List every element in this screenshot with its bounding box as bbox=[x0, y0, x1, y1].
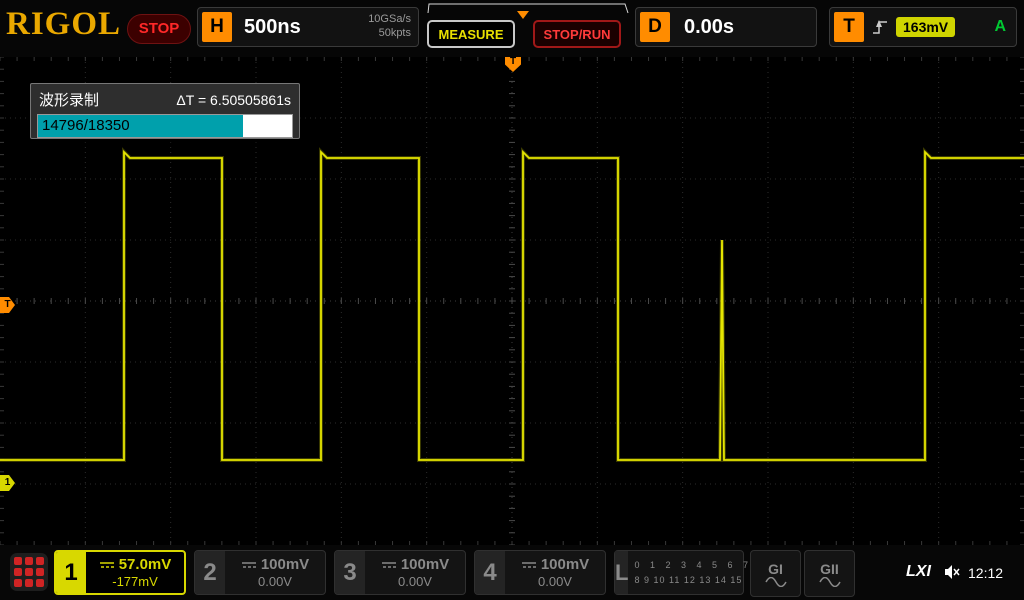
memory-depth: 50kpts bbox=[368, 27, 411, 41]
record-progress-bar: 14796/18350 bbox=[37, 114, 293, 138]
h-label: H bbox=[202, 12, 232, 42]
trigger-sweep-mode: A bbox=[994, 18, 1006, 36]
channel1-scale: 57.0mV bbox=[119, 556, 172, 573]
record-delta-time: ΔT = 6.50505861s bbox=[176, 92, 291, 108]
stop-run-button[interactable]: STOP/RUN bbox=[533, 20, 621, 48]
trigger-settings-box[interactable]: T 163mV A bbox=[829, 7, 1017, 47]
channel3-number: 3 bbox=[335, 551, 365, 594]
channel3-box[interactable]: 3 100mV 0.00V bbox=[334, 550, 466, 595]
generator2-box[interactable]: GII bbox=[804, 550, 855, 597]
channel3-scale: 100mV bbox=[401, 556, 449, 573]
coupling-icon bbox=[241, 560, 257, 570]
coupling-icon bbox=[381, 560, 397, 570]
bottom-bar: 1 57.0mV -177mV 2 bbox=[0, 545, 1024, 600]
delay-settings-box[interactable]: D 0.00s bbox=[635, 7, 817, 47]
channel4-box[interactable]: 4 100mV 0.00V bbox=[474, 550, 606, 595]
measure-button[interactable]: MEASURE bbox=[427, 20, 515, 48]
channel2-number: 2 bbox=[195, 551, 225, 594]
clock: 12:12 bbox=[968, 565, 1003, 581]
channel2-offset: 0.00V bbox=[229, 574, 321, 589]
touch-menu-icon[interactable] bbox=[10, 553, 48, 591]
coupling-icon bbox=[99, 560, 115, 570]
d-label: D bbox=[640, 12, 670, 42]
top-bar: RIGOL STOP H 500ns 10GSa/s 50kpts MEASUR… bbox=[0, 0, 1024, 57]
sine-wave-icon bbox=[765, 577, 787, 587]
horizontal-settings-box[interactable]: H 500ns 10GSa/s 50kpts bbox=[197, 7, 419, 47]
oscilloscope-screen: RIGOL STOP H 500ns 10GSa/s 50kpts MEASUR… bbox=[0, 0, 1024, 600]
record-frame-counter: 14796/18350 bbox=[42, 115, 130, 137]
delay-value: 0.00s bbox=[684, 16, 734, 39]
logic-channel-numbers: 0 1 2 3 4 5 6 7 8 9 10 11 12 13 14 15 bbox=[628, 551, 752, 594]
t-label: T bbox=[834, 12, 864, 42]
generator1-box[interactable]: GI bbox=[750, 550, 801, 597]
waveform-record-panel: 波形录制 ΔT = 6.50505861s 14796/18350 bbox=[30, 83, 300, 139]
trigger-slope-icon bbox=[872, 17, 888, 37]
coupling-icon bbox=[521, 560, 537, 570]
memory-waveform-preview bbox=[427, 1, 629, 19]
sound-muted-icon[interactable] bbox=[944, 564, 961, 580]
generator2-label: GII bbox=[820, 561, 839, 577]
sample-rate: 10GSa/s bbox=[368, 13, 411, 27]
generator1-label: GI bbox=[768, 561, 783, 577]
channel2-scale: 100mV bbox=[261, 556, 309, 573]
sine-wave-icon bbox=[819, 577, 841, 587]
channel4-offset: 0.00V bbox=[509, 574, 601, 589]
timebase-value: 500ns bbox=[244, 16, 301, 39]
channel3-offset: 0.00V bbox=[369, 574, 461, 589]
channel4-number: 4 bbox=[475, 551, 505, 594]
logic-label: L bbox=[615, 551, 628, 594]
waveform-display-area: T T 1 波形录制 ΔT = 6.50505861s 14796/18350 bbox=[0, 57, 1024, 545]
run-state-badge: STOP bbox=[127, 14, 191, 44]
trigger-level-badge: 163mV bbox=[896, 17, 955, 37]
lxi-status: LXI bbox=[906, 563, 931, 581]
record-title: 波形录制 bbox=[39, 89, 99, 110]
channel2-box[interactable]: 2 100mV 0.00V bbox=[194, 550, 326, 595]
channel1-box[interactable]: 1 57.0mV -177mV bbox=[54, 550, 186, 595]
channel4-scale: 100mV bbox=[541, 556, 589, 573]
rigol-logo: RIGOL bbox=[6, 6, 121, 43]
channel1-number: 1 bbox=[56, 552, 86, 593]
logic-channels-box[interactable]: L 0 1 2 3 4 5 6 7 8 9 10 11 12 13 14 15 bbox=[614, 550, 744, 595]
acquisition-rates: 10GSa/s 50kpts bbox=[368, 13, 418, 41]
channel1-offset: -177mV bbox=[90, 574, 180, 589]
